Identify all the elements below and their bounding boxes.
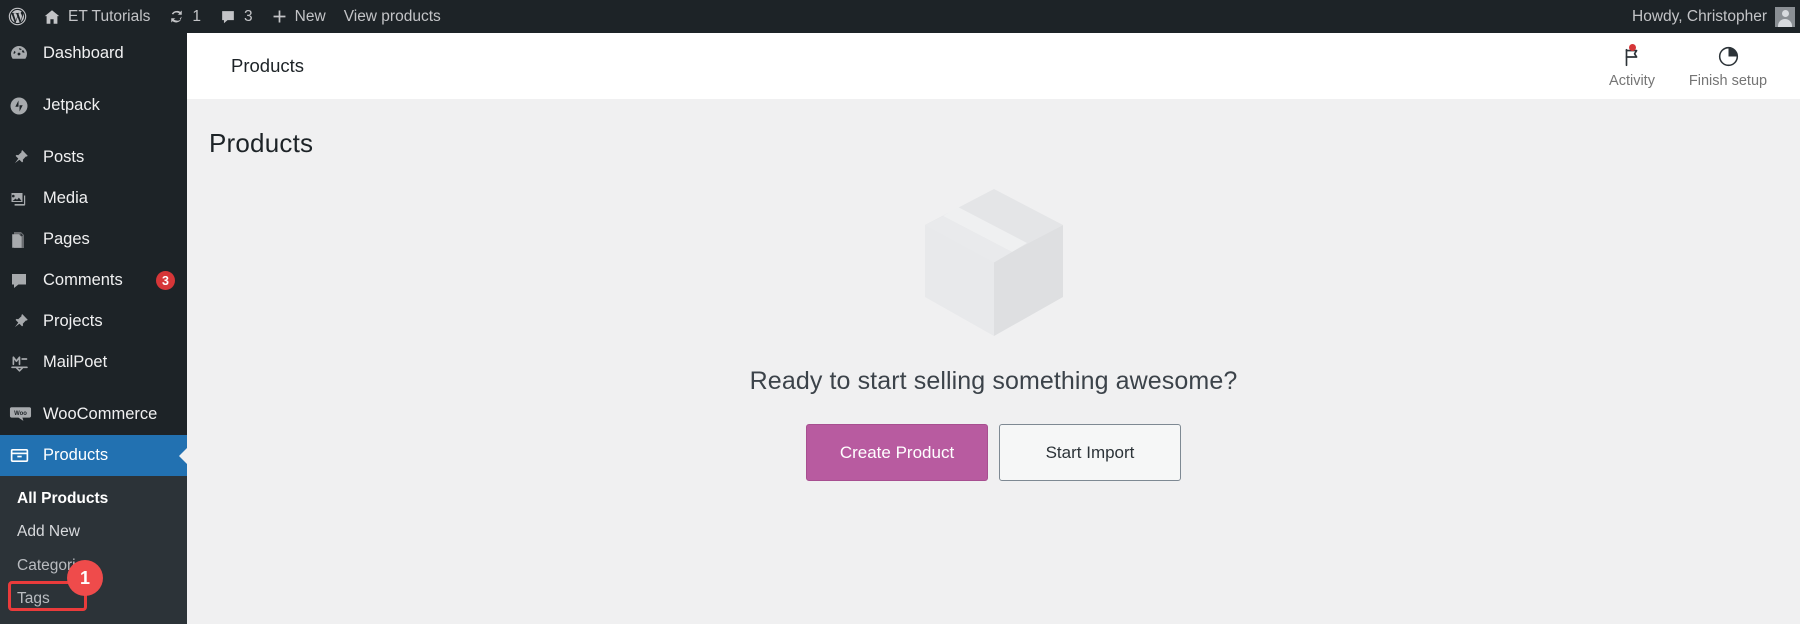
sidebar-item-label: WooCommerce (43, 405, 158, 423)
sidebar-item-mailpoet[interactable]: MailPoet (0, 342, 187, 383)
breadcrumb: Products (231, 55, 305, 76)
view-products-label: View products (343, 7, 441, 25)
activity-notification-dot (1629, 43, 1636, 51)
woocommerce-icon: Woo (9, 403, 43, 426)
sidebar-item-list: Dashboard Jetpack Posts Media Pages Comments 3… (0, 33, 188, 476)
my-account-button[interactable]: Howdy, Christopher (1623, 0, 1767, 33)
admin-bar: ET Tutorials 1 3 New View products Howdy… (0, 0, 1800, 33)
dashboard-icon (9, 44, 43, 64)
user-avatar-icon[interactable] (1775, 6, 1795, 27)
empty-state-heading: Ready to start selling something awesome… (749, 367, 1238, 395)
new-content-label: New (294, 7, 326, 25)
projects-pin-icon (9, 312, 43, 332)
sidebar-item-projects[interactable]: Projects (0, 301, 187, 342)
jetpack-icon (9, 96, 43, 116)
pie-setup-icon (1717, 44, 1740, 70)
submenu-item-add-new[interactable]: Add New (0, 515, 187, 548)
sidebar-item-label: Media (43, 189, 88, 207)
updates-count: 1 (192, 7, 202, 25)
menu-separator (0, 383, 187, 394)
admin-sidebar-menu: Dashboard Jetpack Posts Media Pages Comments 3… (0, 33, 188, 624)
products-empty-state: Ready to start selling something awesome… (187, 171, 1800, 481)
svg-text:Woo: Woo (14, 411, 27, 417)
sidebar-item-dashboard[interactable]: Dashboard (0, 33, 187, 74)
updates-button[interactable]: 1 (159, 0, 210, 33)
comment-bubble-icon (219, 8, 237, 26)
woocommerce-header-bar: Products Activity Finish setup (187, 33, 1800, 100)
wordpress-logo-button[interactable] (0, 0, 34, 33)
annotation-step-badge: 1 (67, 560, 103, 596)
sidebar-item-media[interactable]: Media (0, 178, 187, 219)
sidebar-item-comments[interactable]: Comments 3 (0, 260, 187, 301)
package-box-illustration (904, 171, 1084, 351)
media-icon (9, 189, 43, 209)
pages-icon (9, 230, 43, 250)
empty-state-actions: Create Product Start Import (806, 424, 1181, 481)
menu-separator (0, 74, 187, 85)
updates-icon (168, 8, 185, 25)
wordpress-logo-icon (7, 6, 28, 27)
current-menu-arrow-icon (179, 446, 188, 465)
sidebar-item-posts[interactable]: Posts (0, 137, 187, 178)
comments-icon (9, 271, 43, 291)
site-name-label: ET Tutorials (68, 7, 151, 25)
sidebar-item-jetpack[interactable]: Jetpack (0, 85, 187, 126)
flag-activity-icon (1621, 43, 1643, 70)
comments-count: 3 (244, 7, 253, 25)
site-name-button[interactable]: ET Tutorials (34, 0, 159, 33)
sidebar-item-label: Products (43, 446, 109, 464)
submenu-item-all-products[interactable]: All Products (0, 482, 187, 515)
page-title: Products (209, 128, 314, 158)
finish-setup-label: Finish setup (1688, 72, 1768, 89)
sidebar-item-label: Jetpack (43, 96, 100, 114)
activity-button[interactable]: Activity (1584, 43, 1680, 89)
mailpoet-icon (9, 352, 43, 373)
sidebar-item-woocommerce[interactable]: Woo WooCommerce (0, 394, 187, 435)
sidebar-item-products[interactable]: Products (0, 435, 188, 476)
content-area: Products Activity Finish setup Products … (187, 33, 1800, 623)
products-box-icon (9, 445, 43, 466)
finish-setup-button[interactable]: Finish setup (1680, 44, 1776, 89)
products-submenu: All Products Add New Categories Tags (0, 476, 187, 624)
sidebar-item-pages[interactable]: Pages (0, 219, 187, 260)
home-icon (43, 8, 61, 26)
howdy-label: Howdy, Christopher (1632, 7, 1767, 25)
posts-pin-icon (9, 148, 43, 168)
sidebar-item-label: Pages (43, 230, 90, 248)
sidebar-item-label: Posts (43, 148, 85, 166)
sidebar-item-label: Projects (43, 312, 103, 330)
sidebar-item-label: Dashboard (43, 44, 124, 62)
sidebar-item-label: Comments (43, 271, 123, 289)
plus-icon (271, 8, 288, 25)
new-content-button[interactable]: New (262, 0, 335, 33)
sidebar-badge-count: 3 (156, 271, 175, 290)
comments-button[interactable]: 3 (210, 0, 262, 33)
view-products-button[interactable]: View products (335, 0, 450, 33)
menu-separator (0, 126, 187, 137)
create-product-button[interactable]: Create Product (806, 424, 988, 481)
sidebar-item-label: MailPoet (43, 353, 108, 371)
activity-label: Activity (1609, 72, 1655, 89)
start-import-button[interactable]: Start Import (999, 424, 1181, 481)
